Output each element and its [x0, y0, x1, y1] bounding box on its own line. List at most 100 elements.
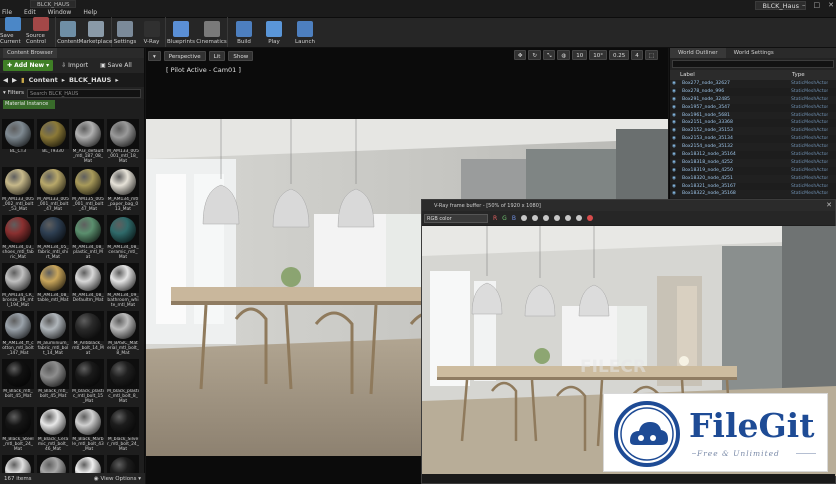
channel-r-button[interactable]: R [493, 215, 497, 222]
visibility-eye-icon[interactable]: ◉ [670, 135, 678, 143]
grid-snap-value[interactable]: 10 [572, 50, 588, 60]
column-type[interactable]: Type [792, 70, 805, 80]
outliner-row[interactable]: ◉ Box18319_node_4250 StaticMeshActor [670, 167, 836, 175]
asset-tile[interactable]: BL_T9330 [37, 119, 69, 165]
asset-tile[interactable]: M_AM133_005_001_mtl_18_Mat [107, 119, 139, 165]
channel-g-button[interactable]: G [502, 215, 507, 222]
world-icon[interactable]: ◍ [557, 50, 571, 60]
asset-tile[interactable]: M_Al3_default_mtl_187_08_Mat [72, 119, 104, 165]
viewport-menu-button[interactable]: ▾ [148, 50, 161, 61]
breadcrumb-blck-haus[interactable]: BLCK_HAUS [69, 76, 111, 84]
visibility-eye-icon[interactable]: ◉ [670, 175, 678, 183]
view-options-button[interactable]: ◉ View Options ▾ [94, 476, 141, 482]
render-icon[interactable] [586, 215, 593, 221]
asset-tile[interactable]: M_AM133_005_002_mtl_bolt_53_Mat [2, 167, 34, 213]
outliner-row[interactable]: ◉ Box1961_node_5681 StaticMeshActor [670, 111, 836, 120]
asset-tile[interactable]: M_AM135_005_001_mtl_bolt_47_Mat [72, 167, 104, 213]
menu-help[interactable]: Help [83, 9, 97, 16]
content-browser-tab[interactable]: Content Browser [3, 48, 57, 58]
level-tab[interactable]: BLCK_HAUS [30, 0, 77, 8]
scale-icon[interactable]: ⤡ [543, 50, 556, 60]
toolbar-content-button[interactable]: Content [56, 17, 80, 47]
outliner-row[interactable]: ◉ Box18320_node_4251 StaticMeshActor [670, 174, 836, 183]
filter-tag-material-instance[interactable]: Material Instance [3, 100, 55, 109]
maximize-viewport-icon[interactable]: ⬚ [644, 50, 658, 60]
asset-tile[interactable]: M_black_plastic_mtl_bolt_15_Mat [72, 359, 104, 405]
asset-tile[interactable]: M_Black_mtl_bolt_45_Mat [2, 359, 34, 405]
asset-tile[interactable]: M_AM134_08_Defaultm_Mat [72, 263, 104, 309]
visibility-eye-icon[interactable]: ◉ [670, 80, 678, 88]
breadcrumb-content[interactable]: Content [29, 76, 58, 84]
rotation-snap-value[interactable]: 10° [589, 50, 608, 60]
outliner-row[interactable]: ◉ Box2154_node_35132 StaticMeshActor [670, 143, 836, 152]
add-new-button[interactable]: ✚ Add New ▾ [3, 60, 54, 71]
menu-window[interactable]: Window [48, 9, 72, 16]
asset-tile[interactable]: M_Black_Steel_mtl_bolt_24_Mat [2, 407, 34, 453]
asset-tile[interactable]: M_AM134_08_table_mtl_Mat [37, 263, 69, 309]
menu-file[interactable]: File [2, 9, 12, 16]
visibility-eye-icon[interactable]: ◉ [670, 104, 678, 112]
asset-tile[interactable]: M_black_plastic_mtl_bolt_8_Mat [107, 359, 139, 405]
visibility-eye-icon[interactable]: ◉ [670, 127, 678, 135]
outliner-row[interactable]: ◉ Box18322_node_35168 StaticMeshActor [670, 190, 836, 199]
toolbar-save-current-button[interactable]: Save Current [0, 17, 26, 47]
show-button[interactable]: Show [228, 50, 254, 61]
perspective-button[interactable]: Perspective [163, 50, 206, 61]
maximize-button[interactable]: □ [814, 1, 821, 9]
asset-tile[interactable]: M_AM134_08_ceramic_mtl_Mat [107, 215, 139, 261]
asset-tile[interactable]: M_Antiblack_mtl_bolt_14_Mat [72, 311, 104, 357]
visibility-eye-icon[interactable]: ◉ [670, 143, 678, 151]
toolbar-build-button[interactable]: Build [228, 17, 260, 47]
column-label[interactable]: Label [670, 70, 792, 80]
mono-icon[interactable] [520, 215, 527, 221]
asset-tile[interactable]: M_Black_Ceramic_mtl_bolt_46_Mat [37, 407, 69, 453]
outliner-row[interactable]: ◉ Box18318_node_4252 StaticMeshActor [670, 158, 836, 167]
visibility-eye-icon[interactable]: ◉ [670, 119, 678, 127]
translate-icon[interactable]: ✥ [513, 50, 527, 60]
visibility-eye-icon[interactable]: ◉ [670, 112, 678, 120]
visibility-eye-icon[interactable]: ◉ [670, 190, 678, 198]
content-search-input[interactable]: Search BLCK_HAUS [27, 88, 141, 98]
asset-tile[interactable]: M_Black_mtl_bolt_45_Mat [37, 359, 69, 405]
outliner-row[interactable]: ◉ Box2152_node_35153 StaticMeshActor [670, 127, 836, 136]
channel-select[interactable]: RGB color [424, 213, 488, 223]
visibility-eye-icon[interactable]: ◉ [670, 88, 678, 96]
toolbar-marketplace-button[interactable]: Marketplace [79, 17, 112, 47]
tab-world-settings[interactable]: World Settings [726, 48, 782, 58]
outliner-row[interactable]: ◉ Box277_node_32627 StaticMeshActor [670, 80, 836, 88]
toolbar-blueprints-button[interactable]: Blueprints [166, 17, 196, 47]
asset-tile[interactable]: M_AM134_05_fabric_mtl_shirt_Mat [37, 215, 69, 261]
scale-snap-value[interactable]: 0.25 [609, 50, 630, 60]
menu-edit[interactable]: Edit [24, 9, 36, 16]
visibility-eye-icon[interactable]: ◉ [670, 183, 678, 191]
outliner-search-input[interactable] [672, 60, 834, 68]
visibility-eye-icon[interactable]: ◉ [670, 151, 678, 159]
rotate-icon[interactable]: ↻ [528, 50, 542, 60]
visibility-eye-icon[interactable]: ◉ [670, 159, 678, 167]
asset-tile[interactable]: M_AM133_005_001_mtl_bolt_47_Mat [37, 167, 69, 213]
outliner-row[interactable]: ◉ Box2153_node_35134 StaticMeshActor [670, 135, 836, 143]
asset-tile[interactable]: M_AM134_09_bathroom_white_mtl_Mat [107, 263, 139, 309]
vfb-close-icon[interactable]: ✕ [826, 201, 832, 209]
asset-tile[interactable]: M_AM134_03_shoes_mtl_fabric_Mat [2, 215, 34, 261]
toolbar-launch-button[interactable]: Launch [288, 17, 322, 47]
tab-world-outliner[interactable]: World Outliner [670, 48, 726, 58]
asset-tile[interactable]: M_aluminium_fabric_mtl_bolt_14_Mat [37, 311, 69, 357]
outliner-row[interactable]: ◉ Box278_node_996 StaticMeshActor [670, 88, 836, 96]
save-all-button[interactable]: ▣ Save All [96, 60, 136, 71]
toolbar-v-ray-button[interactable]: V-Ray [138, 17, 166, 47]
toolbar-play-button[interactable]: Play [260, 17, 288, 47]
camera-speed-value[interactable]: 4 [631, 50, 643, 60]
asset-tile[interactable]: BL_CT3 [2, 119, 34, 165]
lit-button[interactable]: Lit [208, 50, 226, 61]
clear-image-icon[interactable] [564, 215, 571, 221]
asset-tile[interactable]: M_AM134_08_plastic_mtl_Mat [72, 215, 104, 261]
asset-tile[interactable]: M_black_Silver_mtl_bolt_24_Mat [107, 407, 139, 453]
outliner-row[interactable]: ◉ Box1957_node_3547 StaticMeshActor [670, 104, 836, 112]
load-image-icon[interactable] [553, 215, 560, 221]
toolbar-settings-button[interactable]: Settings [112, 17, 138, 47]
back-arrow-icon[interactable]: ◀ [3, 76, 8, 84]
render-region-icon[interactable] [575, 215, 582, 221]
visibility-eye-icon[interactable]: ◉ [670, 96, 678, 104]
forward-arrow-icon[interactable]: ▶ [12, 76, 17, 84]
